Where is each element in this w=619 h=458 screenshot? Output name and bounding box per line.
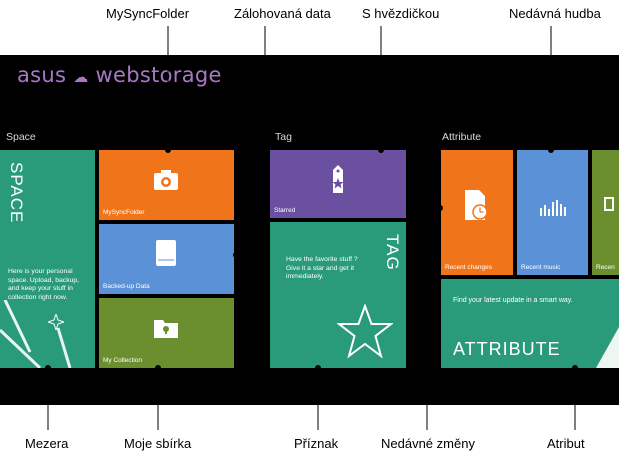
tag-tile[interactable]: TAG Have the favorite stuff ? Give it a … xyxy=(270,222,406,368)
callout-backed-up-data: Zálohovaná data xyxy=(234,6,331,21)
callout-recent-music: Nedávná hudba xyxy=(509,6,601,21)
callout-starred: S hvězdičkou xyxy=(362,6,440,21)
attribute-tile-title: ATTRIBUTE xyxy=(453,339,561,359)
group-label-tag: Tag xyxy=(275,131,292,143)
space-tile-description: Here is your personal space. Upload, bac… xyxy=(8,268,80,301)
camera-sync-icon xyxy=(154,170,178,190)
document-icon xyxy=(604,197,614,211)
lock-folder-icon xyxy=(154,320,178,338)
callout-mysyncfolder: MySyncFolder xyxy=(106,6,190,21)
callout-my-collection: Moje sbírka xyxy=(124,436,192,451)
star-outline-icon xyxy=(337,304,393,359)
tag-tile-description: Have the favorite stuff ? Give it a star… xyxy=(286,256,358,280)
recent-partial-tile[interactable]: Recen xyxy=(592,150,619,275)
attribute-tile[interactable]: Find your latest update in a smart way. … xyxy=(441,279,619,368)
webstorage-screen: asus ☁ webstorage Space Tag Attribute SP… xyxy=(0,55,619,405)
group-label-attribute: Attribute xyxy=(442,131,482,143)
space-tile-title: SPACE xyxy=(7,162,26,224)
group-label-space: Space xyxy=(6,131,36,143)
callout-space: Mezera xyxy=(25,436,69,451)
recent-partial-label: Recen xyxy=(596,264,615,271)
star-tag-icon xyxy=(332,165,344,193)
callout-recent-changes: Nedávné změny xyxy=(381,436,475,451)
space-tile[interactable]: SPACE Here is your personal space. Uploa… xyxy=(0,150,95,368)
mysyncfolder-tile[interactable]: MySyncFolder xyxy=(99,150,234,220)
sparkle-icon xyxy=(48,314,64,330)
tag-tile-title: TAG xyxy=(383,234,402,271)
clock-document-icon xyxy=(465,190,488,220)
my-collection-tile[interactable]: My Collection xyxy=(99,298,234,368)
recent-changes-label: Recent changes xyxy=(445,264,492,271)
starred-label: Starred xyxy=(274,207,296,214)
starred-tile[interactable]: Starred xyxy=(270,150,406,218)
backed-up-data-tile[interactable]: Backed-up Data xyxy=(99,224,234,294)
recent-music-label: Recent music xyxy=(521,264,561,271)
callout-attribute: Atribut xyxy=(547,436,585,451)
backed-up-data-label: Backed-up Data xyxy=(103,283,150,290)
recent-changes-tile[interactable]: Recent changes xyxy=(441,150,513,275)
windmill-icon xyxy=(0,300,72,368)
callout-tag: Příznak xyxy=(294,436,339,451)
drive-icon xyxy=(156,240,176,266)
app-logo: asus ☁ webstorage xyxy=(17,63,222,87)
equalizer-icon xyxy=(540,200,566,216)
triangle-icon xyxy=(596,327,619,368)
my-collection-label: My Collection xyxy=(103,357,143,364)
recent-music-tile[interactable]: Recent music xyxy=(517,150,588,275)
mysyncfolder-label: MySyncFolder xyxy=(103,209,145,216)
cloud-logo-icon: ☁ xyxy=(73,68,89,86)
attribute-tile-description: Find your latest update in a smart way. xyxy=(453,297,573,304)
